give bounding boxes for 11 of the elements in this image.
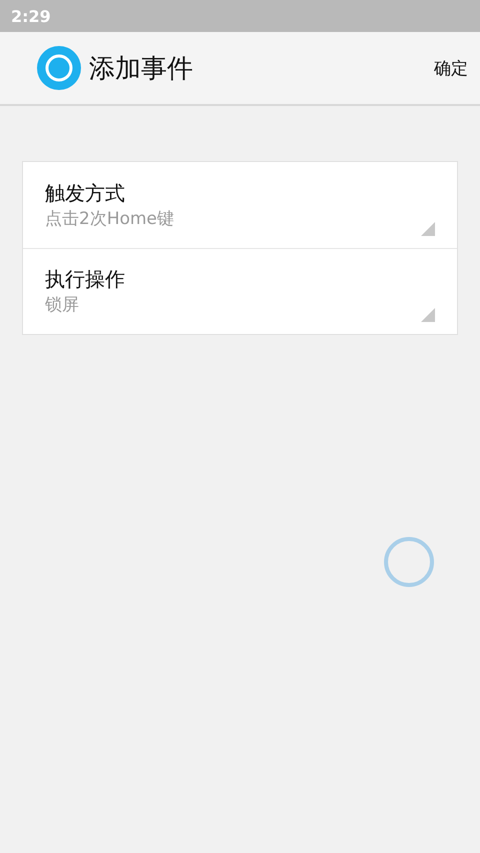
dropdown-corner-icon [421, 308, 435, 322]
floating-ring-button[interactable] [384, 537, 434, 587]
setting-label: 执行操作 [45, 266, 126, 293]
page-title: 添加事件 [89, 52, 194, 86]
circle-logo-icon [37, 46, 81, 90]
confirm-button[interactable]: 确定 [434, 50, 468, 86]
status-time: 2:29 [11, 6, 51, 26]
dropdown-corner-icon [421, 222, 435, 236]
setting-value[interactable]: 点击2次Home键 [45, 207, 435, 231]
setting-label: 触发方式 [45, 180, 126, 207]
setting-value[interactable]: 锁屏 [45, 293, 435, 317]
